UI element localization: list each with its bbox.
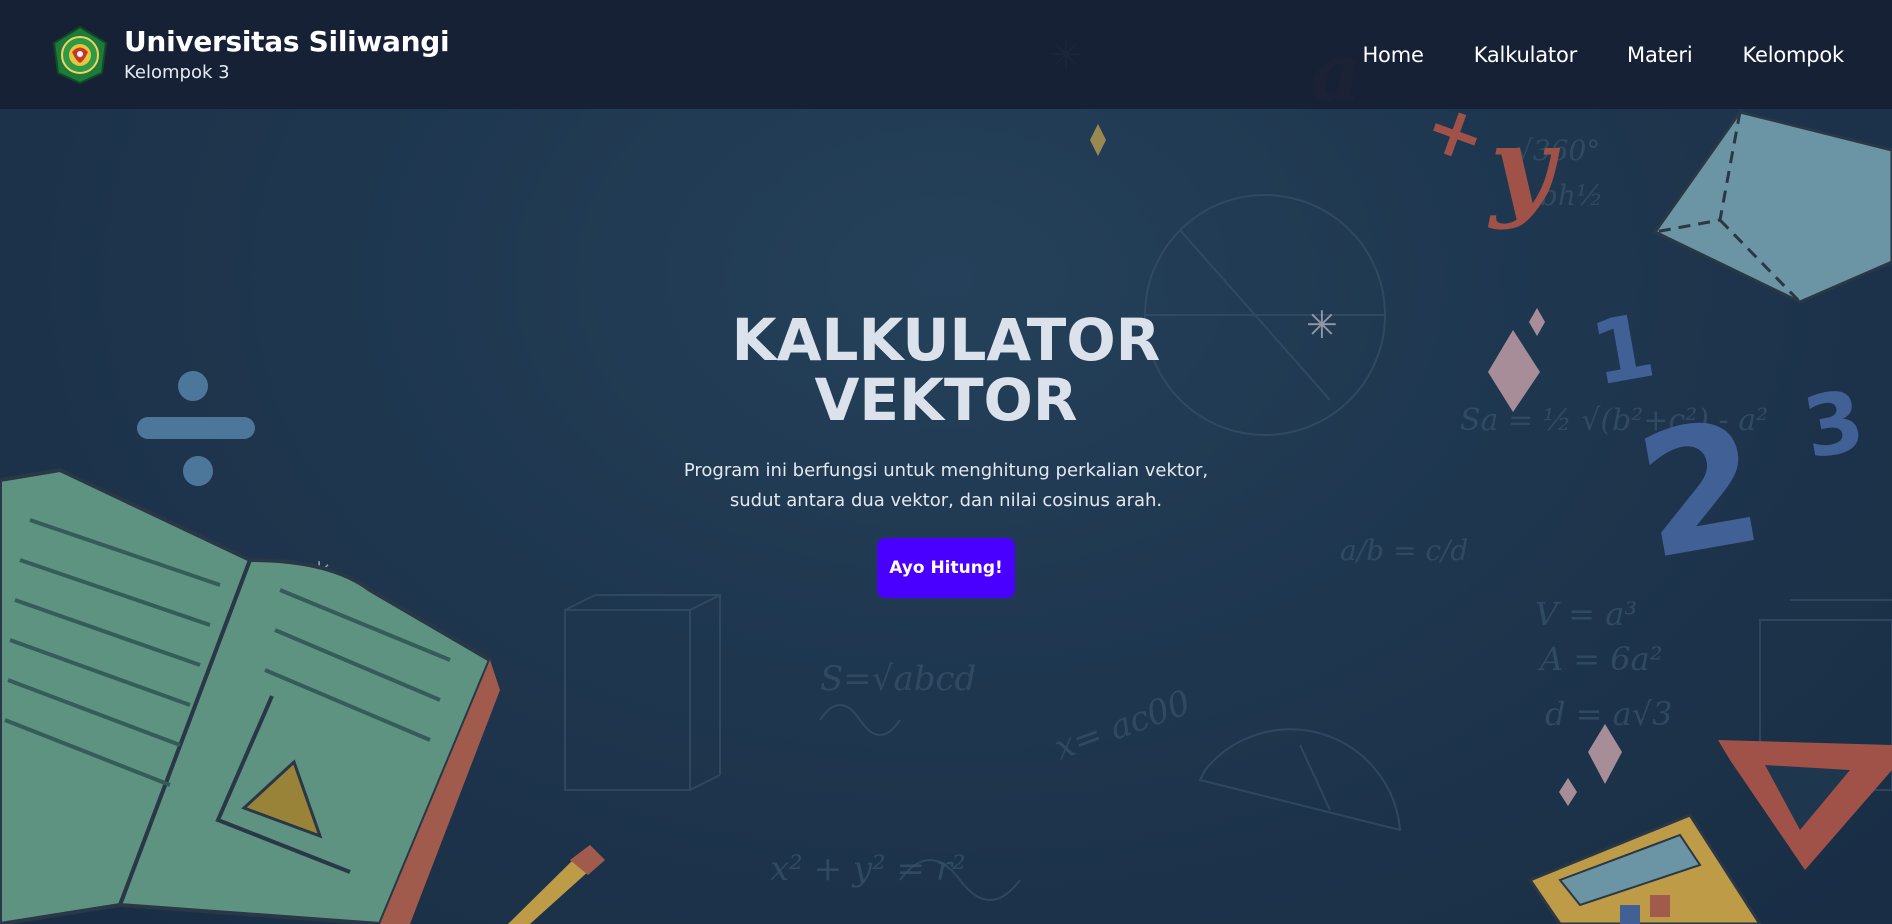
navbar: Universitas Siliwangi Kelompok 3 Home Ka… <box>0 0 1892 109</box>
brand[interactable]: Universitas Siliwangi Kelompok 3 <box>50 24 450 86</box>
hero-title-line1: KALKULATOR <box>731 306 1161 374</box>
nav-link-kelompok[interactable]: Kelompok <box>1742 43 1844 67</box>
ayo-hitung-button[interactable]: Ayo Hitung! <box>877 538 1015 598</box>
hero-section: KALKULATOR VEKTOR Program ini berfungsi … <box>0 310 1892 598</box>
hero-description-line2: sudut antara dua vektor, dan nilai cosin… <box>729 490 1163 511</box>
hero-title: KALKULATOR VEKTOR <box>732 310 1161 430</box>
hero-description: Program ini berfungsi untuk menghitung p… <box>666 456 1226 516</box>
hero-title-line2: VEKTOR <box>814 366 1078 434</box>
brand-subtitle: Kelompok 3 <box>124 61 230 83</box>
page: S=√abcd x= ac00 V = a³ A = 6a² d = a√3 S… <box>0 0 1892 924</box>
nav-link-home[interactable]: Home <box>1362 43 1423 67</box>
nav-links: Home Kalkulator Materi Kelompok <box>1362 43 1844 67</box>
universitas-siliwangi-seal-icon <box>50 25 110 85</box>
nav-link-materi[interactable]: Materi <box>1627 43 1693 67</box>
hero-description-line1: Program ini berfungsi untuk menghitung p… <box>683 460 1209 481</box>
brand-text: Universitas Siliwangi Kelompok 3 <box>124 24 450 86</box>
brand-title: Universitas Siliwangi <box>124 24 450 58</box>
nav-link-kalkulator[interactable]: Kalkulator <box>1474 43 1578 67</box>
